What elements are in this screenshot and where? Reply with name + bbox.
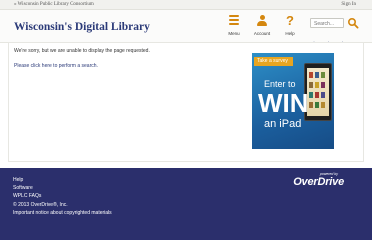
overdrive-brand: OverDrive	[293, 176, 344, 188]
help-icon: ?	[286, 13, 294, 28]
menu-icon	[229, 15, 239, 29]
footer-help-link[interactable]: Help	[13, 176, 112, 184]
footer-faq-link[interactable]: WPLC FAQs	[13, 192, 112, 200]
search-input[interactable]: Search...	[310, 18, 344, 28]
help-button[interactable]: ? Help	[277, 13, 303, 36]
account-icon	[257, 15, 267, 29]
footer-links: Help Software WPLC FAQs © 2013 OverDrive…	[13, 176, 112, 217]
copyright-text: © 2013 OverDrive®, Inc.	[13, 201, 68, 208]
main-content: We're sorry, but we are unable to displa…	[8, 42, 364, 162]
site-header: Wisconsin's Digital Library Menu Account…	[0, 10, 372, 46]
search-retry-link[interactable]: Please click here to perform a search.	[14, 63, 98, 69]
sign-in-link[interactable]: Sign In	[341, 2, 356, 7]
menu-label: Menu	[228, 31, 240, 36]
account-label: Account	[253, 31, 271, 36]
account-button[interactable]: Account	[249, 15, 275, 36]
ipad-survey-ad[interactable]: Take a survey Enter to WIN an iPad	[252, 53, 334, 149]
search-icon[interactable]	[347, 17, 359, 29]
menu-button[interactable]: Menu	[221, 15, 247, 36]
site-footer: Help Software WPLC FAQs © 2013 OverDrive…	[0, 168, 372, 240]
site-title[interactable]: Wisconsin's Digital Library	[14, 21, 150, 33]
help-label: Help	[285, 31, 295, 36]
copyright-notice-link[interactable]: Important notice about copyrighted mater…	[13, 209, 112, 217]
top-bar: « Wisconsin Public Library Consortium Si…	[0, 0, 372, 10]
ad-win-text: WIN	[258, 88, 309, 118]
back-link-text[interactable]: « Wisconsin Public Library Consortium	[14, 2, 94, 7]
error-message: We're sorry, but we are unable to displa…	[14, 48, 150, 54]
ad-prize-text: an iPad	[264, 118, 302, 130]
overdrive-logo[interactable]: powered by OverDrive	[293, 172, 344, 188]
footer-software-link[interactable]: Software	[13, 184, 112, 192]
back-link[interactable]: « Wisconsin Public Library Consortium	[14, 2, 94, 7]
survey-badge: Take a survey	[254, 57, 293, 66]
